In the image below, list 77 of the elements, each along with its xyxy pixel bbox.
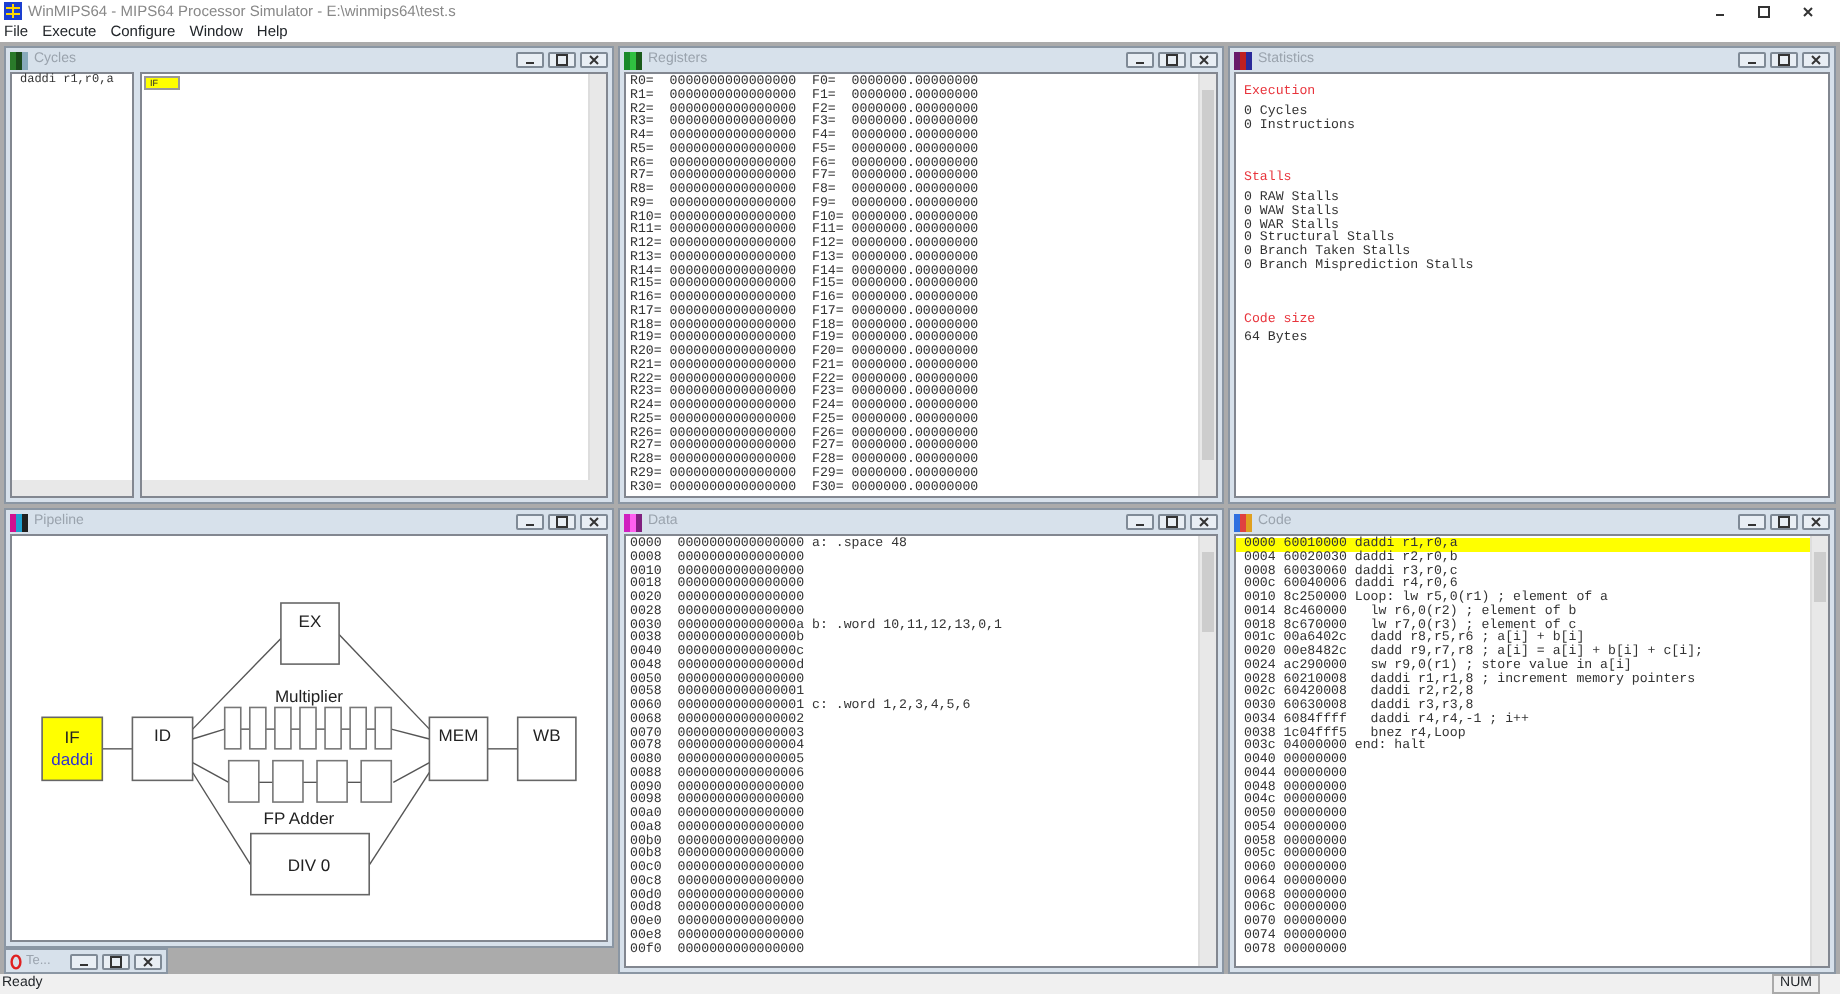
connector-line [315, 728, 327, 730]
stage-label: ID [154, 725, 171, 745]
connector-line [101, 748, 134, 750]
minimize-button[interactable] [1126, 52, 1154, 68]
close-button[interactable] [1800, 5, 1816, 17]
restore-button[interactable] [102, 953, 130, 969]
restore-button[interactable] [1158, 514, 1186, 530]
restore-button[interactable] [1770, 52, 1798, 68]
close-icon [1196, 54, 1212, 66]
unit-label: FP Adder [263, 807, 335, 828]
maximize-icon [1756, 5, 1772, 17]
close-icon [1800, 5, 1816, 17]
maximize-icon [1164, 516, 1180, 528]
multiplier-stage-box [324, 706, 342, 750]
scrollbar[interactable] [12, 480, 132, 496]
close-button[interactable] [134, 953, 162, 969]
close-icon [1808, 516, 1824, 528]
maximize-icon [1164, 54, 1180, 66]
close-button[interactable] [1190, 514, 1218, 530]
minimize-button[interactable] [1126, 514, 1154, 530]
window-icon [1234, 513, 1252, 531]
window-icon [624, 51, 642, 69]
close-icon [1196, 516, 1212, 528]
stage-label: EX [298, 610, 322, 631]
scrollbar[interactable] [1198, 74, 1216, 496]
close-button[interactable] [1802, 514, 1830, 530]
window-icon [624, 513, 642, 531]
scrollbar[interactable] [1810, 536, 1828, 966]
unit-label: Multiplier [274, 685, 344, 706]
connector-line [486, 748, 519, 750]
app-icon [4, 2, 22, 20]
minimize-button[interactable] [516, 514, 544, 530]
multiplier-stage-box [374, 706, 393, 750]
close-icon [586, 54, 602, 66]
multiplier-stage-box [274, 706, 292, 750]
restore-button[interactable] [1770, 514, 1798, 530]
window-icon [10, 51, 28, 69]
multiplier-stage-box [249, 706, 267, 750]
close-icon [1808, 54, 1824, 66]
restore-button[interactable] [1158, 52, 1186, 68]
window-icon [10, 513, 28, 531]
minimize-button[interactable] [1738, 52, 1766, 68]
close-button[interactable] [1190, 52, 1218, 68]
close-button[interactable] [1802, 52, 1830, 68]
multiplier-stage-box [349, 706, 367, 750]
restore-button[interactable] [548, 52, 576, 68]
restore-button[interactable] [1756, 5, 1772, 17]
close-icon [140, 955, 156, 967]
restore-button[interactable] [548, 514, 576, 530]
adder-stage-box [360, 759, 393, 803]
connector-line [290, 728, 302, 730]
stage-label: IF [64, 727, 80, 747]
maximize-icon [554, 54, 570, 66]
scrollbar[interactable] [588, 74, 606, 480]
stage-label: MEM [438, 725, 479, 745]
ring-icon [10, 953, 22, 969]
stage-label: WB [533, 725, 561, 745]
minimize-button[interactable] [516, 52, 544, 68]
instruction-label: daddi [51, 748, 94, 769]
multiplier-stage-box [223, 706, 242, 750]
adder-stage-box [272, 759, 304, 803]
minimize-button[interactable] [1738, 514, 1766, 530]
adder-stage-box [227, 759, 260, 803]
window-icon [1234, 51, 1252, 69]
stage-label: DIV 0 [287, 855, 331, 875]
close-button[interactable] [580, 52, 608, 68]
maximize-icon [1776, 54, 1792, 66]
adder-stage-box [316, 759, 348, 803]
maximize-icon [108, 955, 124, 967]
close-button[interactable] [580, 514, 608, 530]
multiplier-stage-box [299, 706, 317, 750]
scrollbar[interactable] [1198, 536, 1216, 966]
minimize-button[interactable] [70, 953, 98, 969]
close-icon [586, 516, 602, 528]
scrollbar[interactable] [142, 480, 606, 496]
maximize-icon [554, 516, 570, 528]
maximize-icon [1776, 516, 1792, 528]
